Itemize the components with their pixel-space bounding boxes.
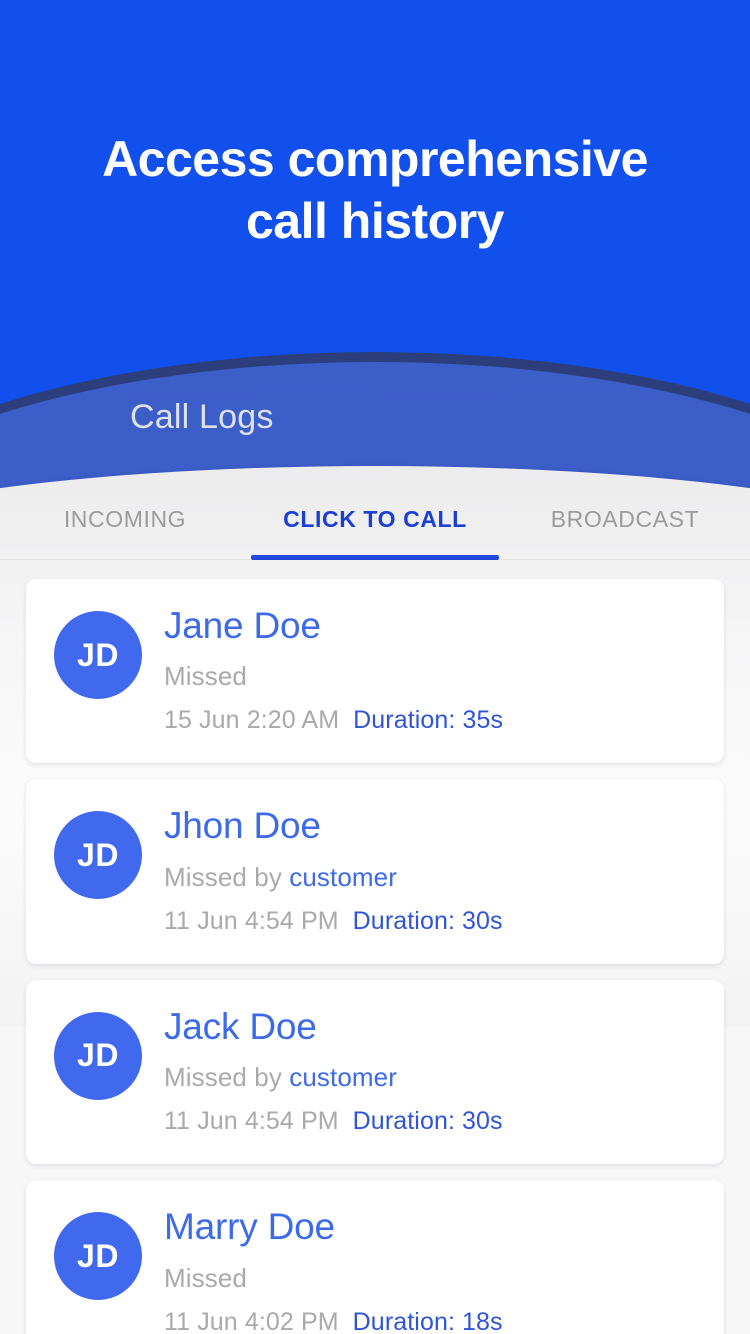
tab-click-to-call[interactable]: CLICK TO CALL <box>250 478 500 560</box>
call-timestamp: 11 Jun 4:54 PM <box>164 906 339 935</box>
call-status-who: customer <box>289 1062 397 1093</box>
tab-incoming-label: INCOMING <box>63 505 187 532</box>
avatar: JD <box>54 1212 142 1301</box>
call-log-list[interactable]: JD Jane Doe Missed 15 Jun 2:20 AM Duratio… <box>0 563 750 1334</box>
call-meta: 15 Jun 2:20 AM Duration: 35s <box>164 706 696 735</box>
call-status: Missed <box>164 1263 696 1294</box>
call-status-text: Missed <box>164 661 247 692</box>
call-log-details: Jane Doe Missed 15 Jun 2:20 AM Duration: … <box>142 605 696 735</box>
tab-bar: INCOMING CLICK TO CALL BROADCAST <box>0 478 750 560</box>
hero-headline-line-1: Access comprehensive <box>102 131 648 187</box>
call-timestamp: 15 Jun 2:20 AM <box>164 706 340 735</box>
tab-broadcast-label: BROADCAST <box>550 505 700 532</box>
call-log-details: Jack Doe Missed by customer 11 Jun 4:54 … <box>142 1006 696 1136</box>
tab-incoming[interactable]: INCOMING <box>0 478 250 560</box>
tab-divider <box>0 559 750 560</box>
call-duration: Duration: 35s <box>353 706 504 735</box>
call-status: Missed <box>164 661 696 692</box>
avatar-initials: JD <box>77 1037 119 1074</box>
call-timestamp: 11 Jun 4:54 PM <box>164 1107 339 1136</box>
call-status-text: Missed <box>164 1262 247 1293</box>
call-status-text: Missed by <box>164 1062 290 1093</box>
call-duration: Duration: 30s <box>352 906 503 935</box>
call-status-who: customer <box>289 861 397 892</box>
hero-headline-line-2: call history <box>246 193 505 249</box>
call-log-row[interactable]: JD Marry Doe Missed 11 Jun 4:02 PM Durati… <box>26 1180 724 1334</box>
hero-headline: Access comprehensive call history <box>0 128 750 252</box>
tab-broadcast[interactable]: BROADCAST <box>500 478 750 560</box>
call-log-row[interactable]: JD Jane Doe Missed 15 Jun 2:20 AM Duratio… <box>26 579 724 764</box>
call-timestamp: 11 Jun 4:02 PM <box>164 1307 339 1334</box>
contact-name: Marry Doe <box>164 1206 335 1248</box>
call-log-details: Jhon Doe Missed by customer 11 Jun 4:54 … <box>142 805 696 935</box>
call-status-text: Missed by <box>164 861 290 892</box>
contact-name: Jack Doe <box>164 1005 317 1047</box>
call-log-row[interactable]: JD Jack Doe Missed by customer 11 Jun 4:… <box>26 979 724 1165</box>
call-duration: Duration: 18s <box>352 1307 503 1334</box>
avatar: JD <box>54 811 142 900</box>
app-root: Access comprehensive call history Call L… <box>0 0 750 1334</box>
avatar: JD <box>54 611 142 699</box>
contact-name: Jhon Doe <box>164 805 321 847</box>
call-log-row[interactable]: JD Jhon Doe Missed by customer 11 Jun 4:… <box>26 779 724 964</box>
contact-name: Jane Doe <box>164 605 321 646</box>
call-log-details: Marry Doe Missed 11 Jun 4:02 PM Duration:… <box>142 1206 696 1334</box>
avatar-initials: JD <box>77 1237 119 1274</box>
call-duration: Duration: 30s <box>352 1107 503 1136</box>
call-status: Missed by customer <box>164 862 696 893</box>
tab-click-to-call-label: CLICK TO CALL <box>283 505 467 532</box>
call-meta: 11 Jun 4:54 PM Duration: 30s <box>164 1107 696 1136</box>
page-title: Call Logs <box>130 398 274 436</box>
avatar-initials: JD <box>77 836 119 873</box>
call-meta: 11 Jun 4:54 PM Duration: 30s <box>164 907 696 936</box>
call-meta: 11 Jun 4:02 PM Duration: 18s <box>164 1308 696 1334</box>
avatar: JD <box>54 1011 142 1100</box>
avatar-initials: JD <box>77 636 119 673</box>
call-status: Missed by customer <box>164 1062 696 1093</box>
